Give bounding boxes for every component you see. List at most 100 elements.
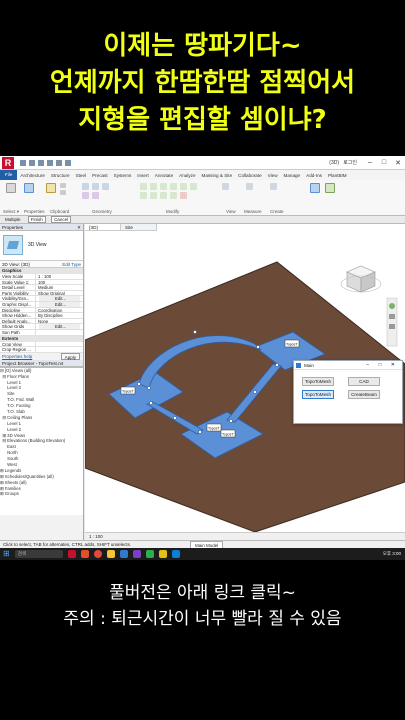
tab-view[interactable]: View xyxy=(265,173,281,178)
edit-point[interactable] xyxy=(193,330,197,334)
paint-icon[interactable] xyxy=(82,192,89,199)
offset-icon[interactable] xyxy=(150,183,157,190)
cut-geometry-icon[interactable] xyxy=(92,183,99,190)
finish-button[interactable]: Finish xyxy=(27,216,46,223)
cad-button[interactable]: CAD xyxy=(348,377,380,386)
split-icon[interactable] xyxy=(150,192,157,199)
type-selector[interactable]: 3D View xyxy=(0,231,83,261)
property-value[interactable] xyxy=(36,347,83,352)
folder-taskbar-icon[interactable] xyxy=(106,550,115,558)
rotate-icon[interactable] xyxy=(190,183,197,190)
topo-to-mesh-button-2[interactable]: TopoToMesh xyxy=(302,390,334,399)
copy-icon[interactable] xyxy=(60,190,66,195)
excel-taskbar-icon[interactable] xyxy=(145,550,154,558)
print-icon[interactable] xyxy=(56,159,62,166)
apply-button[interactable]: Apply xyxy=(60,352,80,360)
property-value[interactable]: None xyxy=(36,319,83,324)
edge-taskbar-icon[interactable] xyxy=(171,550,180,558)
edit-surface-icon[interactable] xyxy=(310,183,320,193)
tab-file[interactable]: File xyxy=(0,170,18,180)
property-value[interactable]: Edit... xyxy=(39,301,80,307)
edit-type-button[interactable]: Edit Type xyxy=(62,261,81,268)
tab-manage[interactable]: Manage xyxy=(281,173,304,178)
instance-filter[interactable]: 3D View: {3D} Edit Type xyxy=(0,261,83,268)
property-value[interactable]: Coordination xyxy=(36,308,83,313)
windows-start-icon[interactable]: ⊞ xyxy=(3,550,10,558)
view-tab-3d[interactable]: {3D} xyxy=(85,224,121,231)
kakao-taskbar-icon[interactable] xyxy=(158,550,167,558)
edit-point[interactable] xyxy=(229,419,233,423)
open-icon[interactable] xyxy=(20,159,26,166)
vscode-taskbar-icon[interactable] xyxy=(119,550,128,558)
steering-wheel-icon[interactable] xyxy=(389,303,395,309)
create-beam-button[interactable]: CreateBeam xyxy=(348,390,380,399)
zoom-icon[interactable] xyxy=(389,314,395,319)
edit-point[interactable] xyxy=(256,345,260,349)
tab-systems[interactable]: Systems xyxy=(111,173,135,178)
edit-point[interactable] xyxy=(275,363,279,367)
edit-point[interactable] xyxy=(147,386,151,390)
view-icon[interactable] xyxy=(222,183,229,190)
create-icon[interactable] xyxy=(270,183,277,190)
tab-add-ins[interactable]: Add-Ins xyxy=(303,173,325,178)
redo-icon[interactable] xyxy=(47,159,53,166)
measure-icon[interactable] xyxy=(65,159,71,166)
property-value[interactable]: By Discipline xyxy=(36,313,83,318)
maximize-button[interactable]: □ xyxy=(377,159,391,167)
tab-analyze[interactable]: Analyze xyxy=(176,173,198,178)
property-value[interactable]: 100 xyxy=(36,280,83,285)
properties-help-link[interactable]: Properties help xyxy=(2,353,32,360)
delete-icon[interactable] xyxy=(180,192,187,199)
undo-icon[interactable] xyxy=(38,159,44,166)
scale-icon[interactable] xyxy=(170,192,177,199)
measure-icon-ribbon[interactable] xyxy=(246,183,253,190)
property-value[interactable]: Edit... xyxy=(39,324,80,329)
move-icon[interactable] xyxy=(170,183,177,190)
property-value[interactable]: Edit... xyxy=(39,296,80,301)
tab-massing-site[interactable]: Massing & Site xyxy=(199,173,236,178)
tab-collaborate[interactable]: Collaborate xyxy=(235,173,265,178)
align-icon[interactable] xyxy=(140,183,147,190)
close-button[interactable]: ✕ xyxy=(391,159,405,167)
revit-taskbar-icon[interactable] xyxy=(67,550,76,558)
place-point-icon[interactable] xyxy=(325,183,335,193)
edit-point[interactable] xyxy=(173,416,177,420)
property-value[interactable]: Show Original xyxy=(36,291,83,296)
edit-point[interactable] xyxy=(137,382,141,386)
tab-architecture[interactable]: Architecture xyxy=(17,173,48,178)
taskbar-search[interactable]: 검색 xyxy=(14,550,63,558)
modify-icon[interactable] xyxy=(6,183,16,193)
properties-icon[interactable] xyxy=(24,183,34,193)
pan-icon[interactable] xyxy=(389,324,395,329)
edit-point[interactable] xyxy=(198,430,202,434)
tab-structure[interactable]: Structure xyxy=(48,173,73,178)
tab-steel[interactable]: Steel xyxy=(73,173,89,178)
cut-icon[interactable] xyxy=(60,183,66,188)
property-value[interactable]: Medium xyxy=(36,285,83,290)
app-taskbar-icon[interactable] xyxy=(80,550,89,558)
minimize-button[interactable]: – xyxy=(363,159,377,167)
view-scale[interactable]: 1 : 100 xyxy=(89,534,103,539)
dialog-controls[interactable]: – □ ✕ xyxy=(366,361,399,370)
tab-insert[interactable]: Insert xyxy=(134,173,152,178)
trim-icon[interactable] xyxy=(140,192,147,199)
property-value[interactable] xyxy=(36,330,83,335)
browser-tree-item[interactable]: ⊞ Groups xyxy=(0,491,83,497)
multiple-checkbox[interactable]: Multiple xyxy=(3,216,23,224)
array-icon[interactable] xyxy=(160,192,167,199)
revit-logo-icon[interactable]: R xyxy=(2,156,14,169)
tab-annotate[interactable]: Annotate xyxy=(152,173,176,178)
group-select[interactable]: Select ▾ xyxy=(3,209,19,215)
chrome-taskbar-icon[interactable] xyxy=(93,550,102,558)
visual-studio-taskbar-icon[interactable] xyxy=(132,550,141,558)
view-tab-site[interactable]: Site xyxy=(121,224,157,231)
tab-precast[interactable]: Precast xyxy=(89,173,111,178)
copy-element-icon[interactable] xyxy=(180,183,187,190)
tab-plantbim[interactable]: PlantBIM xyxy=(325,173,350,178)
property-value[interactable] xyxy=(36,342,83,347)
demolish-icon[interactable] xyxy=(92,192,99,199)
topo-to-mesh-button-1[interactable]: TopoToMesh xyxy=(302,377,334,386)
cancel-button[interactable]: Cancel xyxy=(51,216,72,223)
view-cube-icon[interactable] xyxy=(340,265,382,293)
close-icon[interactable]: ✕ xyxy=(77,224,81,231)
